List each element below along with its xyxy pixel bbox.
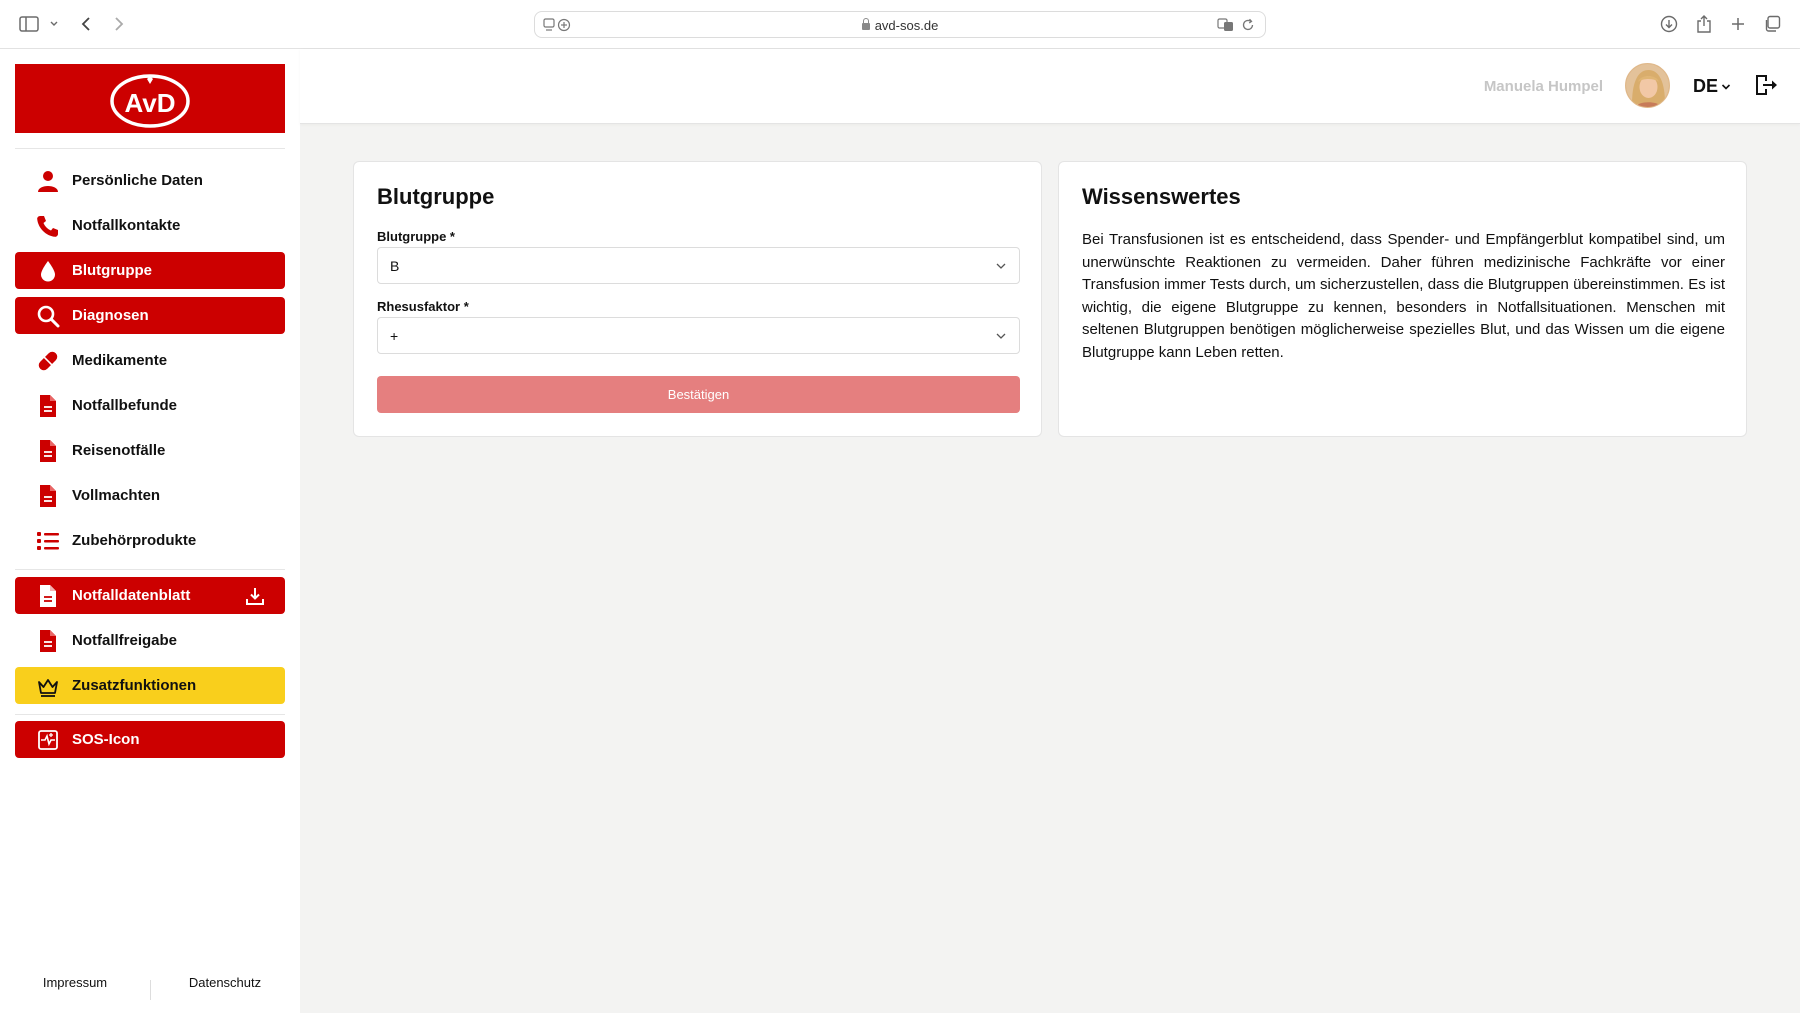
card-title: Blutgruppe <box>377 184 495 209</box>
phone-icon <box>36 214 60 238</box>
language-code: DE <box>1693 76 1719 96</box>
sidebar-item-sos-icon[interactable]: SOS-Icon <box>15 721 285 758</box>
rhesus-label: Rhesusfaktor * <box>377 299 469 314</box>
sidebar-item-reisenotfaelle[interactable]: Reisenotfälle <box>15 432 285 469</box>
document-icon <box>36 484 60 508</box>
chevron-down-icon <box>995 262 1007 270</box>
sidebar-item-zubehoerprodukte[interactable]: Zubehörprodukte <box>15 522 285 559</box>
impressum-link[interactable]: Impressum <box>0 975 150 990</box>
chevron-down-icon <box>1721 83 1731 91</box>
user-name: Manuela Humpel <box>1483 78 1603 95</box>
language-selector[interactable]: DE <box>1693 76 1731 97</box>
pill-icon <box>36 349 60 373</box>
chevron-down-icon[interactable] <box>48 12 60 36</box>
rhesus-select[interactable]: + <box>377 317 1020 354</box>
sidebar-item-label: Zusatzfunktionen <box>72 677 197 694</box>
new-tab-icon[interactable] <box>1728 12 1748 36</box>
back-icon[interactable] <box>76 12 96 36</box>
avatar[interactable] <box>1625 63 1670 108</box>
info-card: Wissenswertes Bei Transfusionen ist es e… <box>1058 161 1747 437</box>
sidebar-item-label: Blutgruppe <box>72 262 152 279</box>
blood-group-select[interactable]: B <box>377 247 1020 284</box>
sidebar-divider <box>15 569 285 570</box>
sidebar-toggle-icon[interactable] <box>18 12 40 36</box>
sidebar-item-persoenliche-daten[interactable]: Persönliche Daten <box>15 162 285 199</box>
browser-toolbar: avd-sos.de <box>0 0 1800 49</box>
address-bar[interactable]: avd-sos.de <box>534 11 1266 38</box>
sidebar-item-medikamente[interactable]: Medikamente <box>15 342 285 379</box>
card-title: Wissenswertes <box>1082 184 1241 209</box>
sidebar-item-notfalldatenblatt[interactable]: Notfalldatenblatt <box>15 577 285 614</box>
sidebar-item-label: Persönliche Daten <box>72 172 203 189</box>
tabs-overview-icon[interactable] <box>1762 12 1782 36</box>
sidebar-item-label: Zubehörprodukte <box>72 532 197 549</box>
sidebar-divider <box>15 714 285 715</box>
sidebar-item-label: Notfallfreigabe <box>72 632 178 649</box>
list-icon <box>36 529 60 553</box>
share-icon[interactable] <box>1694 12 1714 36</box>
sidebar-item-label: Reisenotfälle <box>72 442 166 459</box>
blood-group-card: Blutgruppe Blutgruppe * B Rhesusfaktor *… <box>353 161 1042 437</box>
sidebar-item-label: Notfalldatenblatt <box>72 587 191 604</box>
sidebar-item-label: Notfallbefunde <box>72 397 177 414</box>
person-icon <box>36 169 60 193</box>
datenschutz-link[interactable]: Datenschutz <box>150 975 300 990</box>
document-icon <box>36 394 60 418</box>
blood-group-value: B <box>390 257 400 274</box>
crown-icon <box>36 674 60 698</box>
heartbeat-icon <box>36 728 60 752</box>
rhesus-value: + <box>390 327 399 344</box>
reload-icon[interactable] <box>1241 18 1255 37</box>
chevron-down-icon <box>995 332 1007 340</box>
translate-icon[interactable] <box>1217 18 1235 37</box>
sidebar-item-label: Diagnosen <box>72 307 149 324</box>
url-text: avd-sos.de <box>535 18 1265 33</box>
sidebar-item-notfallbefunde[interactable]: Notfallbefunde <box>15 387 285 424</box>
magnifier-icon <box>36 304 60 328</box>
info-text: Bei Transfusionen ist es entscheidend, d… <box>1082 231 1725 361</box>
sidebar-item-notfallkontakte[interactable]: Notfallkontakte <box>15 207 285 244</box>
sidebar-item-label: SOS-Icon <box>72 731 140 748</box>
sidebar-item-label: Medikamente <box>72 352 168 369</box>
sidebar: AvD Persönliche Daten Notfallkontakte Bl… <box>0 49 300 1013</box>
logout-icon[interactable] <box>1754 73 1778 97</box>
sidebar-item-blutgruppe[interactable]: Blutgruppe <box>15 252 285 289</box>
sidebar-item-notfallfreigabe[interactable]: Notfallfreigabe <box>15 622 285 659</box>
forward-icon[interactable] <box>109 12 129 36</box>
download-icon[interactable] <box>243 584 267 608</box>
blood-drop-icon <box>36 259 60 283</box>
sidebar-item-vollmachten[interactable]: Vollmachten <box>15 477 285 514</box>
footer-divider <box>150 980 151 1000</box>
sidebar-item-label: Vollmachten <box>72 487 161 504</box>
document-icon <box>36 439 60 463</box>
sidebar-item-zusatzfunktionen[interactable]: Zusatzfunktionen <box>15 667 285 704</box>
document-icon <box>36 629 60 653</box>
downloads-icon[interactable] <box>1659 12 1679 36</box>
logo-text: AvD <box>124 88 175 118</box>
sidebar-item-label: Notfallkontakte <box>72 217 181 234</box>
confirm-button[interactable]: Bestätigen <box>377 376 1020 413</box>
sidebar-item-diagnosen[interactable]: Diagnosen <box>15 297 285 334</box>
sidebar-divider <box>15 148 285 149</box>
avd-logo[interactable]: AvD <box>15 64 285 133</box>
lock-icon <box>861 18 870 30</box>
blood-group-label: Blutgruppe * <box>377 229 455 244</box>
document-icon <box>36 584 60 608</box>
